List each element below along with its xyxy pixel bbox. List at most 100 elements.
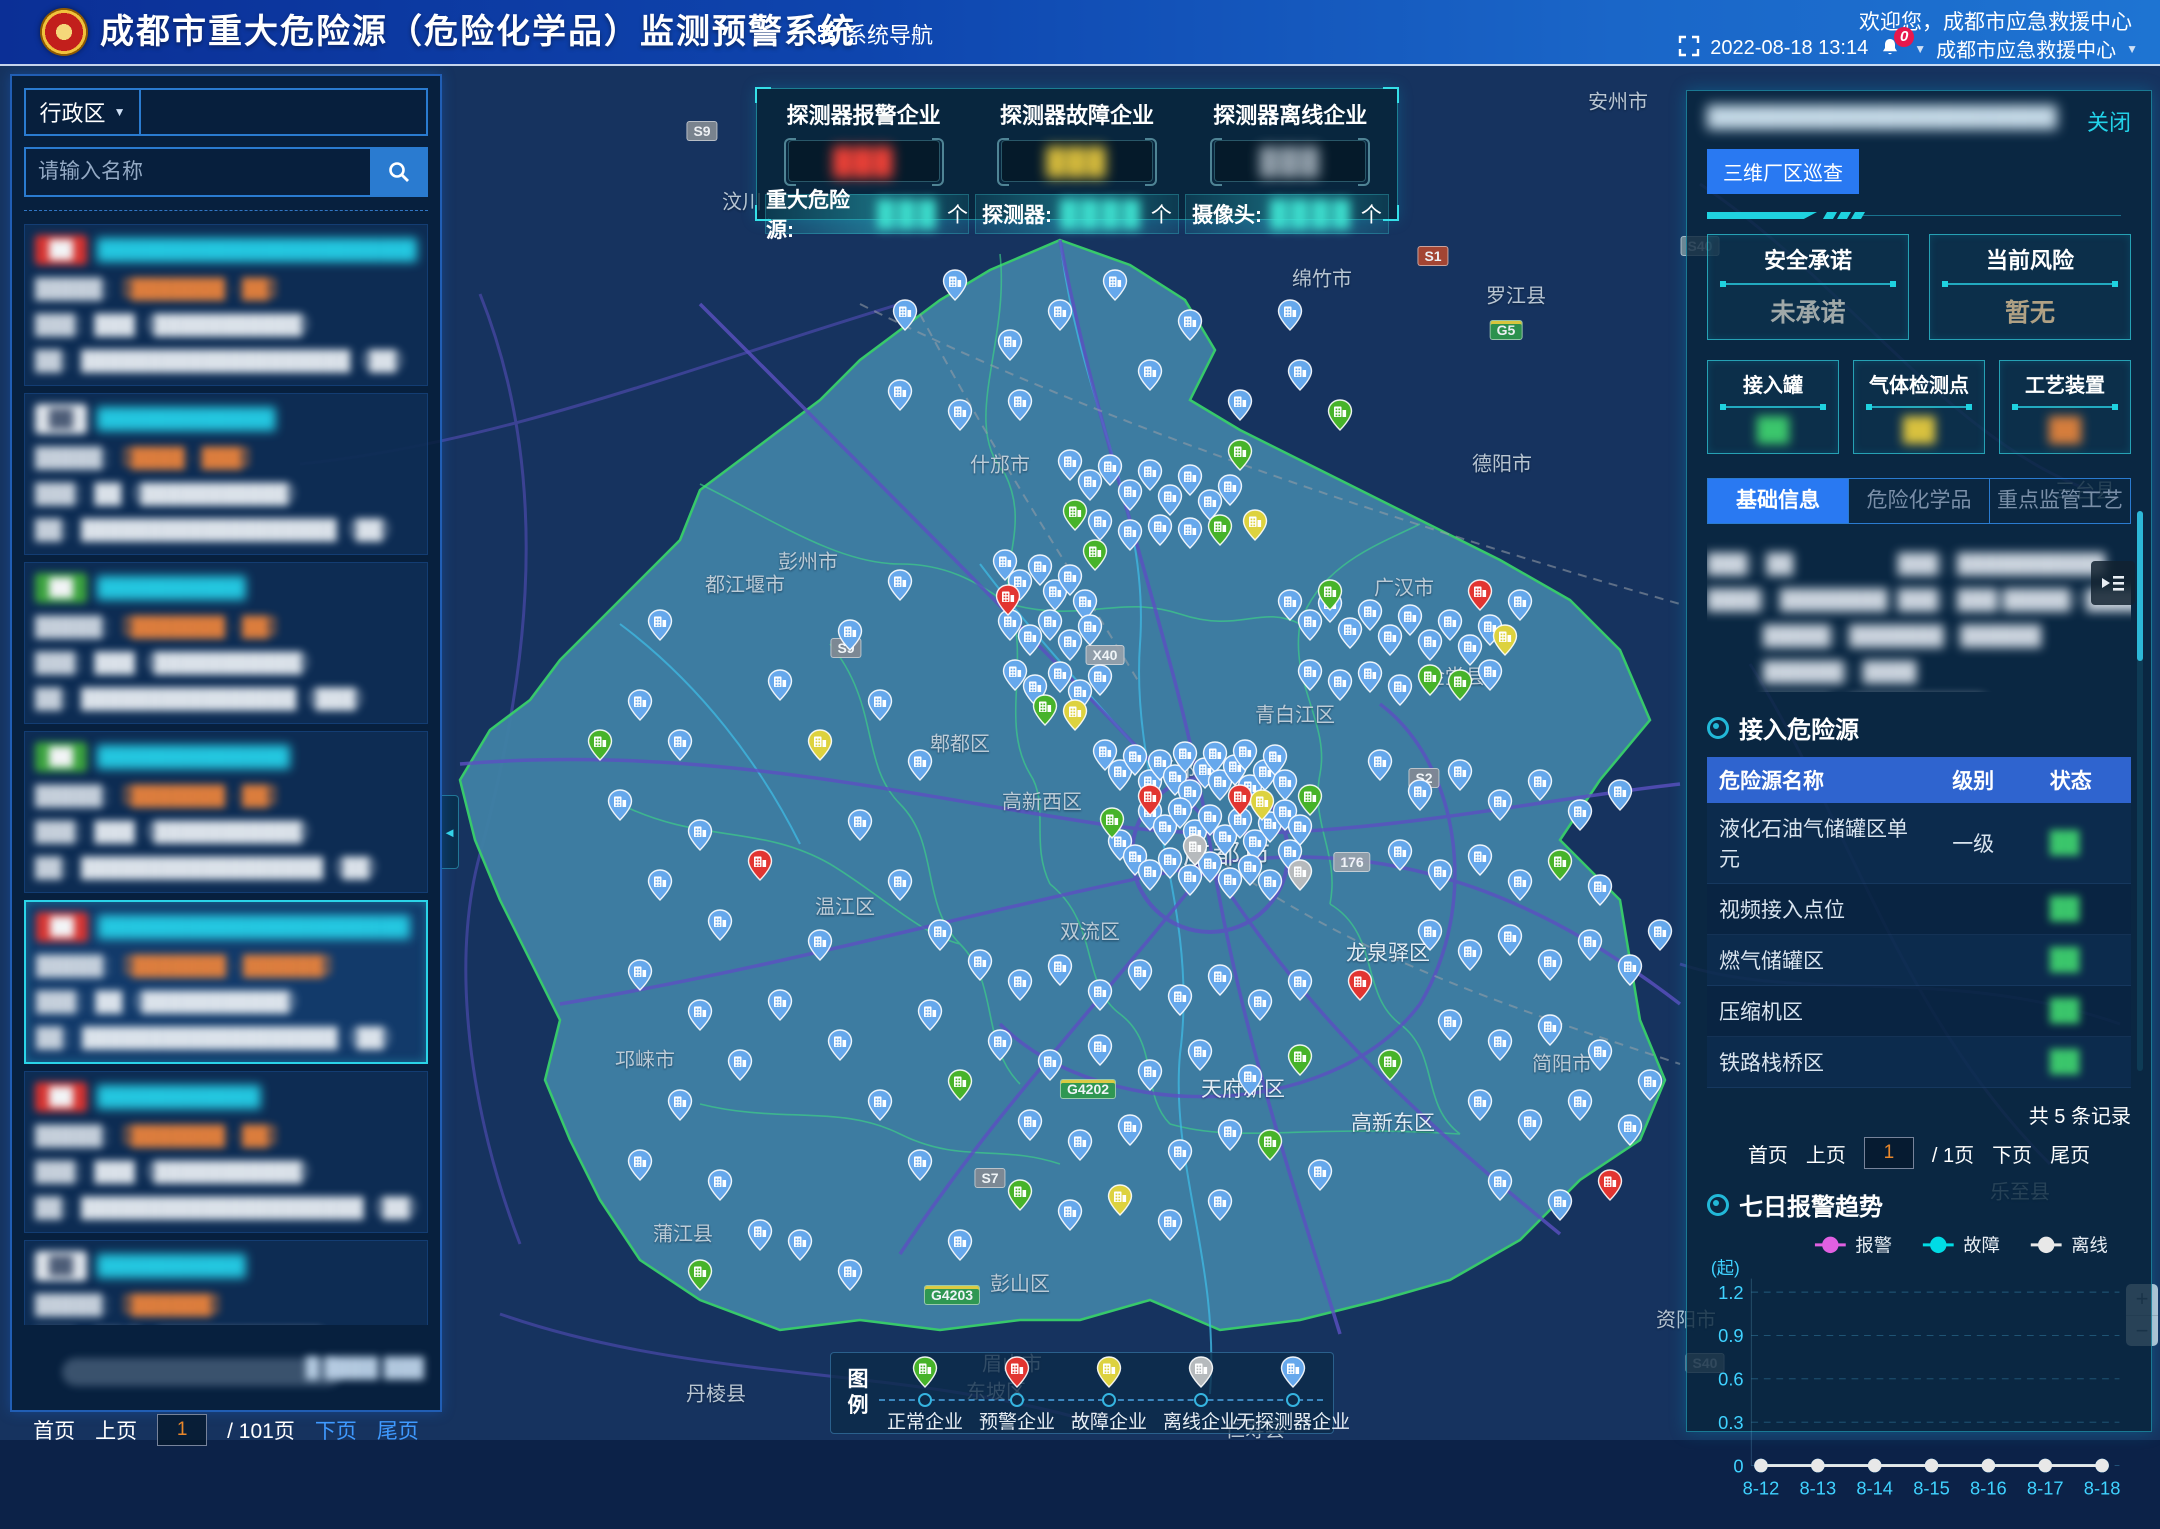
map-pin[interactable]: [807, 729, 833, 761]
map-pin[interactable]: [1007, 969, 1033, 1001]
map-pin[interactable]: [942, 269, 968, 301]
map-pin[interactable]: [1417, 919, 1443, 951]
map-pin[interactable]: [1137, 784, 1163, 816]
map-pin[interactable]: [1297, 784, 1323, 816]
region-value-input[interactable]: [141, 88, 428, 136]
map-pin[interactable]: [1407, 779, 1433, 811]
map-pin[interactable]: [892, 299, 918, 331]
map-pin[interactable]: [907, 749, 933, 781]
map-pin[interactable]: [1547, 1189, 1573, 1221]
map-pin[interactable]: [627, 1149, 653, 1181]
map-pin[interactable]: [1447, 669, 1473, 701]
map-pin[interactable]: [837, 1259, 863, 1291]
map-pin[interactable]: [1082, 539, 1108, 571]
map-pin[interactable]: [1517, 1109, 1543, 1141]
map-pin[interactable]: [1317, 579, 1343, 611]
map-pin[interactable]: [1177, 309, 1203, 341]
map-pin[interactable]: [1217, 1119, 1243, 1151]
map-pin[interactable]: [1387, 674, 1413, 706]
sidebar-collapse-handle[interactable]: ◄: [441, 795, 459, 869]
map-pin[interactable]: [1487, 789, 1513, 821]
table-row[interactable]: 铁路栈桥区 ██: [1707, 1037, 2131, 1088]
map-pin[interactable]: [1457, 939, 1483, 971]
map-pin[interactable]: [887, 869, 913, 901]
map-pin[interactable]: [1587, 1039, 1613, 1071]
map-pin[interactable]: [1287, 359, 1313, 391]
map-pin[interactable]: [1637, 1069, 1663, 1101]
map-pin[interactable]: [667, 1089, 693, 1121]
map-pin[interactable]: [1327, 669, 1353, 701]
map-pin[interactable]: [1177, 517, 1203, 549]
map-pin[interactable]: [987, 1029, 1013, 1061]
page-first[interactable]: 首页: [1748, 1139, 1788, 1168]
map-pin[interactable]: [837, 619, 863, 651]
page-next[interactable]: 下页: [1992, 1139, 2032, 1168]
map-pin[interactable]: [627, 689, 653, 721]
tab-危险化学品[interactable]: 危险化学品: [1849, 479, 1990, 523]
map-pin[interactable]: [1182, 834, 1208, 866]
map-pin[interactable]: [1207, 964, 1233, 996]
map-pin[interactable]: [1567, 799, 1593, 831]
map-pin[interactable]: [1587, 874, 1613, 906]
tab-重点监管工艺[interactable]: 重点监管工艺: [1990, 479, 2130, 523]
map-pin[interactable]: [1032, 694, 1058, 726]
map-pin[interactable]: [1227, 389, 1253, 421]
close-button[interactable]: 关闭: [2087, 105, 2131, 137]
map-pin[interactable]: [1287, 814, 1313, 846]
map-pin[interactable]: [1507, 869, 1533, 901]
map-pin[interactable]: [1577, 929, 1603, 961]
org-selector[interactable]: 成都市应急救援中心: [1936, 34, 2116, 63]
map-pin[interactable]: [995, 584, 1021, 616]
map-pin[interactable]: [1467, 844, 1493, 876]
fullscreen-icon[interactable]: [1678, 35, 1700, 63]
map-pin[interactable]: [807, 929, 833, 961]
map-pin[interactable]: [747, 849, 773, 881]
company-list-item[interactable]: ██ ████████████████：【███████ · ██】███：██…: [24, 1071, 428, 1233]
map-pin[interactable]: [1287, 969, 1313, 1001]
map-pin[interactable]: [1297, 659, 1323, 691]
map-pin[interactable]: [947, 1229, 973, 1261]
system-nav-button[interactable]: 系统导航: [818, 18, 933, 50]
map-pin[interactable]: [947, 1069, 973, 1101]
map-pin[interactable]: [1467, 579, 1493, 611]
map-pin[interactable]: [607, 789, 633, 821]
map-pin[interactable]: [1617, 1114, 1643, 1146]
map-pin[interactable]: [1117, 519, 1143, 551]
map-pin[interactable]: [1537, 1014, 1563, 1046]
map-pin[interactable]: [1597, 1169, 1623, 1201]
map-pin[interactable]: [1087, 509, 1113, 541]
map-pin[interactable]: [967, 949, 993, 981]
map-pin[interactable]: [827, 1029, 853, 1061]
page-prev[interactable]: 上页: [1806, 1139, 1846, 1168]
map-pin[interactable]: [927, 919, 953, 951]
map-pin[interactable]: [1017, 1109, 1043, 1141]
map-pin[interactable]: [1567, 1089, 1593, 1121]
map-pin[interactable]: [1227, 439, 1253, 471]
map-pin[interactable]: [1057, 1199, 1083, 1231]
map-pin[interactable]: [1607, 779, 1633, 811]
map-pin[interactable]: [1467, 1089, 1493, 1121]
map-pin[interactable]: [1127, 959, 1153, 991]
map-pin[interactable]: [587, 729, 613, 761]
table-row[interactable]: 液化石油气储罐区单元 一级 ██: [1707, 803, 2131, 884]
map-pin[interactable]: [1249, 789, 1275, 821]
bell-icon[interactable]: 0: [1878, 36, 1904, 62]
map-pin[interactable]: [1099, 807, 1125, 839]
search-button[interactable]: [370, 147, 428, 197]
company-list-item[interactable]: ██ ██████████████████：【███████ · ██】███：…: [24, 731, 428, 893]
map-pin[interactable]: [1187, 1039, 1213, 1071]
map-pin[interactable]: [1137, 359, 1163, 391]
map-pin[interactable]: [1237, 1064, 1263, 1096]
map-pin[interactable]: [1062, 499, 1088, 531]
map-pin[interactable]: [647, 869, 673, 901]
map-pin[interactable]: [1307, 1159, 1333, 1191]
map-pin[interactable]: [997, 329, 1023, 361]
map-pin[interactable]: [1087, 664, 1113, 696]
map-pin[interactable]: [1492, 624, 1518, 656]
map-pin[interactable]: [1427, 859, 1453, 891]
map-pin[interactable]: [1487, 1169, 1513, 1201]
map-pin[interactable]: [1217, 474, 1243, 506]
map-pin[interactable]: [917, 999, 943, 1031]
page-number-input[interactable]: [1864, 1137, 1914, 1169]
map-pin[interactable]: [1537, 949, 1563, 981]
